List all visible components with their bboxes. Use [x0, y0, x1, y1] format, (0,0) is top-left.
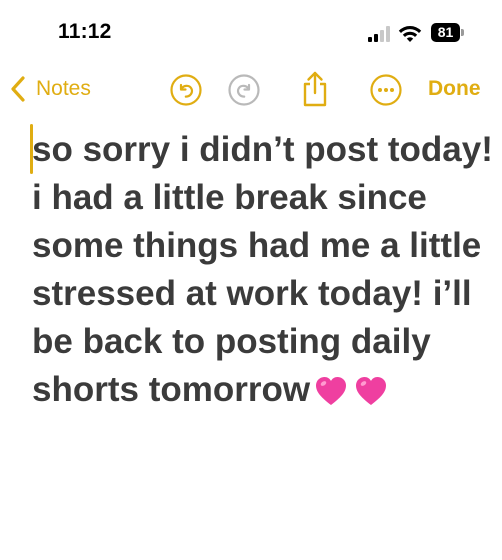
emoji-group	[314, 372, 394, 420]
done-button[interactable]: Done	[428, 77, 481, 101]
battery-tip	[461, 29, 464, 36]
pink-heart-icon	[356, 377, 387, 405]
status-time: 11:12	[58, 20, 112, 43]
share-icon[interactable]	[298, 69, 332, 109]
redo-icon[interactable]	[227, 73, 261, 107]
note-text: so sorry i didn’t post today! i had a li…	[32, 130, 502, 409]
pink-heart-icon	[316, 377, 347, 405]
wifi-icon	[398, 26, 422, 42]
battery-icon: 81	[431, 23, 465, 43]
status-indicators: 81	[366, 22, 466, 46]
more-icon[interactable]	[369, 73, 403, 107]
undo-icon[interactable]	[169, 73, 203, 107]
toolbar: Notes Done	[0, 64, 502, 116]
note-text-area[interactable]: so sorry i didn’t post today! i had a li…	[32, 126, 494, 420]
back-button[interactable]: Notes	[8, 72, 91, 106]
chevron-left-icon	[11, 76, 25, 102]
battery-level: 81	[437, 24, 454, 40]
status-bar: 11:12 81	[0, 0, 502, 64]
signal-icon	[368, 26, 390, 42]
back-label: Notes	[36, 77, 91, 100]
